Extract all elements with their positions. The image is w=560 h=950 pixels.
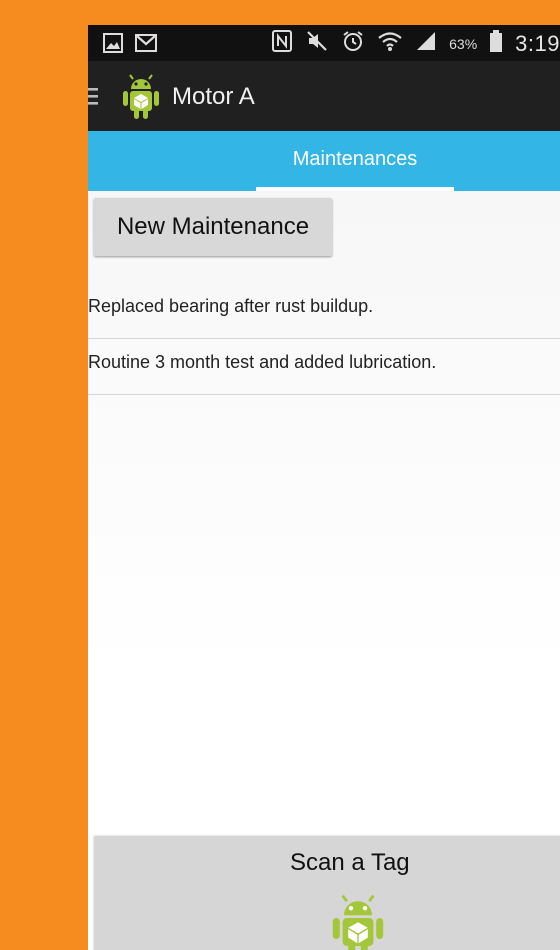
scan-tag-label: Scan a Tag: [290, 849, 410, 876]
menu-icon[interactable]: [88, 87, 98, 110]
tab-bar: Maintenances: [88, 131, 560, 191]
tab-maintenances[interactable]: Maintenances: [256, 131, 454, 191]
android-app-icon[interactable]: [120, 71, 162, 126]
status-time: 3:19: [515, 30, 560, 56]
gallery-icon: [102, 32, 124, 59]
tab-selected-indicator: [256, 187, 454, 191]
android-scan-icon: [328, 890, 388, 950]
list-item-text: Routine 3 month test and added lubricati…: [88, 352, 437, 372]
phone-screen: 63% 3:19 Motor A Maintenances New Mainte…: [88, 25, 560, 950]
maintenance-list: Replaced bearing after rust buildup. Rou…: [88, 283, 560, 395]
list-item-text: Replaced bearing after rust buildup.: [88, 296, 374, 316]
new-maintenance-button[interactable]: New Maintenance: [94, 198, 332, 256]
app-title: Motor A: [172, 83, 255, 110]
alarm-icon: [341, 29, 365, 58]
scan-tag-button[interactable]: Scan a Tag: [94, 837, 560, 950]
gmail-icon: [134, 32, 158, 59]
battery-percent: 63%: [449, 35, 478, 52]
status-bar: 63% 3:19: [88, 25, 560, 61]
list-item[interactable]: Replaced bearing after rust buildup.: [88, 283, 560, 339]
battery-icon: [489, 29, 503, 58]
signal-icon: [415, 30, 437, 57]
tab-label: Maintenances: [292, 148, 418, 170]
mute-icon: [305, 29, 329, 58]
action-bar: Motor A: [88, 61, 560, 131]
list-item[interactable]: Routine 3 month test and added lubricati…: [88, 339, 560, 395]
nfc-icon: [271, 29, 293, 58]
wifi-icon: [377, 29, 403, 58]
